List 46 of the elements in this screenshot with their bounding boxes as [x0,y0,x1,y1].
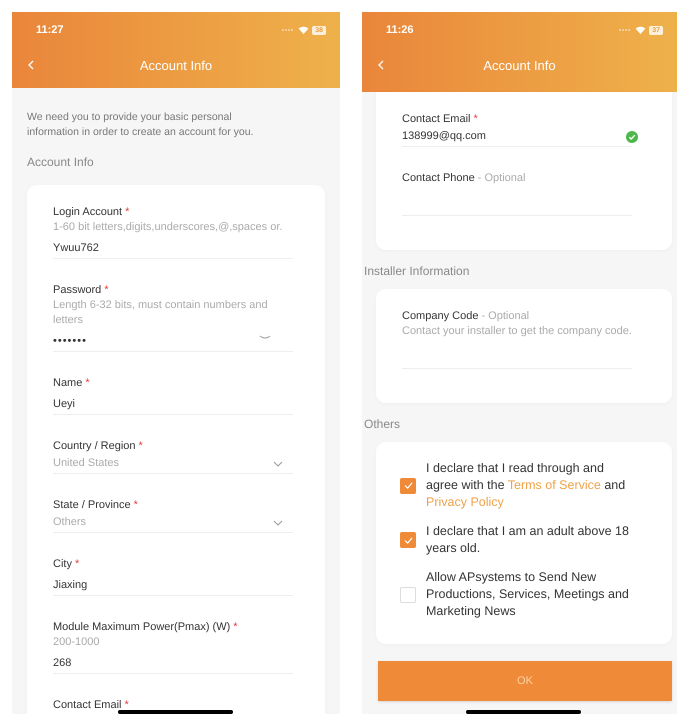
back-icon[interactable] [28,60,34,70]
field-label: Name * [53,376,90,391]
consent-text: Allow APsystems to Send New Productions, Services, Meetings and Marketing News [426,569,630,620]
intro-text: We need you to provide your basic personal information in order to create an account for you. [27,110,254,140]
input-field[interactable]: Jiaxing [53,576,293,596]
field-label: State / Province * [53,498,138,513]
screen-title: Account Info [140,56,212,74]
field-label: Login Account * [53,205,130,220]
status-time: 11:27 [36,23,64,38]
checkbox[interactable] [400,586,416,602]
checkbox[interactable] [400,478,416,494]
password-field[interactable]: ••••••• [53,332,293,352]
field-label: Country / Region * [53,439,143,454]
checkbox[interactable] [400,532,416,548]
field-hint: Length 6-32 bits, must contain numbers and letters [53,298,269,328]
consent-text: I declare that I am an adult above 18 years old. [426,523,630,557]
check-icon [404,536,412,544]
input-field[interactable]: Ywuu762 [53,238,293,258]
field-label: City * [53,557,80,572]
field-label: Company Code - Optional [402,309,530,324]
field-hint: Contact your installer to get the company code. [402,324,632,339]
chevron-down-icon [273,460,283,466]
field-label: Contact Email * [53,698,129,713]
signal-icon [281,28,296,32]
input-field[interactable]: Ueyi [53,394,293,414]
wifi-icon [635,26,646,34]
section-heading: Installer Information [364,263,470,280]
wifi-icon [298,26,310,34]
chevron-down-icon [273,520,283,526]
field-label: Password * [53,283,109,298]
field-label: Contact Email * [402,112,478,127]
back-icon[interactable] [378,60,384,70]
check-icon [404,482,412,489]
screen-title: Account Info [483,56,556,74]
field-hint: 1-60 bit letters,digits,underscores,@,spaces or. [53,220,284,235]
eye-closed-icon[interactable] [259,335,271,340]
input-field[interactable]: 268 [53,654,293,674]
field-hint: 200-1000 [53,635,100,650]
field-label: Module Maximum Power(Pmax) (W) * [53,620,238,635]
field-label: Contact Phone - Optional [402,171,526,186]
signal-icon [618,28,632,32]
section-heading: Account Info [27,154,95,171]
status-time: 11:26 [386,23,414,38]
section-heading: Others [364,416,402,433]
email-field[interactable]: 138999@qq.com [402,128,626,145]
consent-text: I declare that I read through and agree with the Terms of Service and Privacy Policy [426,460,626,511]
